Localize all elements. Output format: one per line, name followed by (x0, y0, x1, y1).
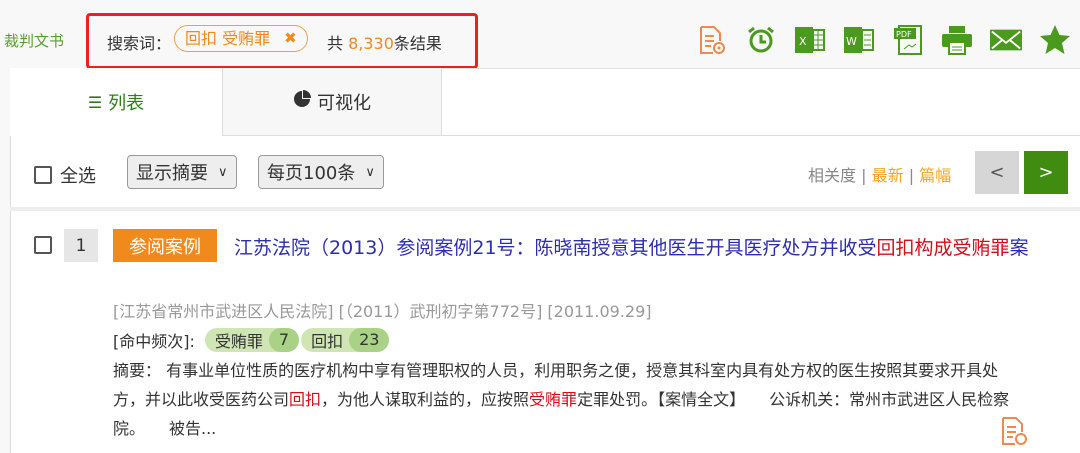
print-icon[interactable] (941, 24, 973, 56)
tab-visualization-label: 可视化 (317, 92, 371, 114)
search-label: 搜索词： (107, 34, 172, 53)
word-icon[interactable]: W (843, 24, 875, 56)
tab-list-label: 列表 (108, 93, 145, 114)
hit-pill: 回扣 23 (301, 328, 390, 352)
select-all[interactable]: 全选 (34, 162, 96, 188)
breadcrumb[interactable]: 裁判文书 (4, 30, 64, 51)
title-highlight: 回扣构成受贿罪 (876, 237, 1010, 259)
result-count: 共 8,330条结果 (327, 30, 442, 54)
list-icon: ☰ (87, 92, 103, 112)
sort-latest[interactable]: 最新 (872, 166, 904, 185)
chevron-down-icon: ∨ (365, 164, 375, 180)
svg-text:W: W (846, 35, 857, 48)
sort-separator: | (861, 166, 867, 185)
case-type-badge: 参阅案例 (113, 229, 217, 262)
per-page-value: 每页100条 (267, 163, 356, 184)
display-mode-value: 显示摘要 (136, 163, 208, 184)
report-icon[interactable] (696, 24, 728, 56)
toolbar: X W PDF (696, 24, 1071, 56)
sort-separator: | (908, 166, 915, 185)
display-mode-select[interactable]: 显示摘要 ∨ (127, 155, 237, 189)
result-title-link[interactable]: 江苏法院（2013）参阅案例21号：陈晓南授意其他医生开具医疗处方并收受回扣构成… (113, 234, 1068, 263)
hit-count: 23 (349, 328, 390, 352)
pie-chart-icon (293, 90, 311, 113)
alarm-icon[interactable] (745, 24, 777, 56)
abstract-highlight: 回扣 (289, 390, 322, 409)
report-icon[interactable] (1000, 416, 1028, 450)
select-all-checkbox[interactable] (34, 166, 52, 184)
search-tag: 回扣 受贿罪 ✖ (174, 25, 308, 52)
abstract-highlight: 受贿罪 (529, 390, 578, 409)
svg-text:X: X (799, 35, 807, 48)
result-checkbox[interactable] (34, 236, 52, 254)
count-suffix: 条结果 (393, 34, 442, 53)
count-value: 8,330 (348, 34, 394, 53)
close-icon[interactable]: ✖ (284, 26, 297, 51)
tab-visualization[interactable]: 可视化 (222, 68, 442, 136)
sort-length[interactable]: 篇幅 (919, 166, 951, 185)
result-index: 1 (64, 229, 98, 262)
star-icon[interactable] (1039, 24, 1071, 56)
mail-icon[interactable] (990, 24, 1022, 56)
prev-page-button[interactable]: < (975, 151, 1019, 194)
sort-options: 相关度 | 最新 | 篇幅 (808, 162, 951, 186)
result-abstract: 摘要： 有事业单位性质的医疗机构中享有管理职权的人员，利用职务之便，授意其科室内… (113, 356, 1013, 443)
hit-term: 回扣 (311, 332, 344, 351)
hits-label: [命中频次]: (113, 332, 195, 351)
abstract-text: ，为他人谋取利益的，应按照 (321, 390, 530, 409)
excel-icon[interactable]: X (794, 24, 826, 56)
title-text: 江苏法院（2013）参阅案例21号：陈晓南授意其他医生开具医疗处方并收受 (234, 237, 877, 259)
title-end: 案 (1009, 237, 1029, 259)
tab-divider (442, 135, 1080, 136)
divider (10, 207, 1080, 211)
court-info: [江苏省常州市武进区人民法院] [（2011）武刑初字第772号] [2011.… (113, 302, 652, 321)
next-page-button[interactable]: > (1024, 151, 1068, 194)
search-tag-text: 回扣 受贿罪 (185, 29, 271, 48)
select-all-label: 全选 (60, 166, 96, 187)
hit-count: 7 (268, 328, 300, 352)
chevron-down-icon: ∨ (218, 164, 228, 180)
sort-relevance[interactable]: 相关度 (808, 166, 856, 185)
svg-text:PDF: PDF (896, 30, 912, 39)
tab-list[interactable]: ☰ 列表 (10, 68, 222, 136)
pdf-icon[interactable]: PDF (892, 24, 924, 56)
hit-frequency: [命中频次]: 受贿罪 7 回扣 23 (113, 328, 390, 352)
per-page-select[interactable]: 每页100条 ∨ (258, 155, 384, 189)
hit-term: 受贿罪 (214, 332, 263, 351)
hit-pill: 受贿罪 7 (204, 328, 300, 352)
count-prefix: 共 (327, 34, 349, 53)
